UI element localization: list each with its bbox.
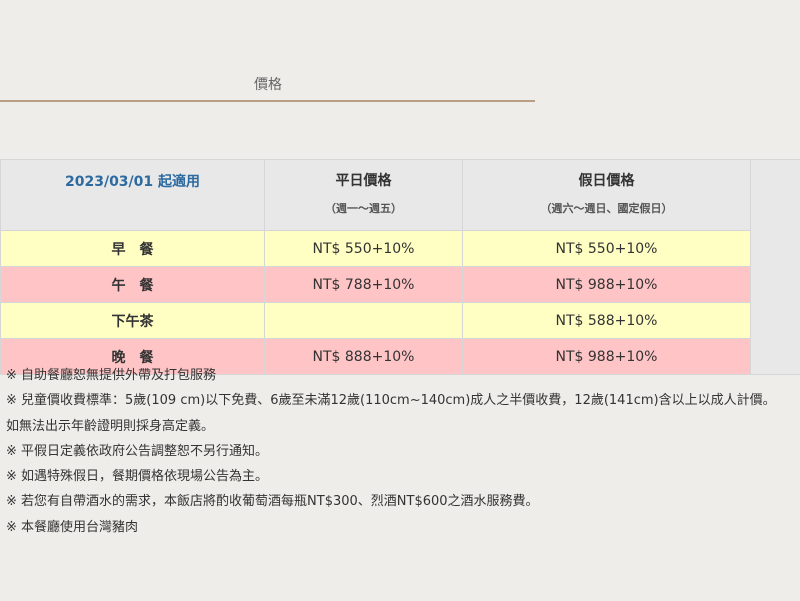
holiday-price: NT$ 988+10% [462,266,751,303]
note-item: ※ 平假日定義依政府公告調整恕不另行通知。 [6,443,269,459]
note-item: ※ 兒童價收費標準：5歲(109 cm)以下免費、6歲至未滿12歲(110cm~… [6,393,776,409]
notes-list: ※ 自助餐廳恕無提供外帶及打包服務 ※ 兒童價收費標準：5歲(109 cm)以下… [0,363,800,540]
weekday-price [264,302,463,339]
weekday-price: NT$ 550+10% [264,230,463,267]
table-spacer-column [750,159,800,375]
holiday-header: 假日價格 （週六～週日、國定假日） [462,159,751,231]
holiday-price: NT$ 588+10% [462,302,751,339]
tab-underline [0,100,535,102]
tab-price[interactable]: 價格 [254,74,282,94]
holiday-price: NT$ 550+10% [462,230,751,267]
table-row: 午 餐 NT$ 788+10% NT$ 988+10% [0,266,800,303]
holiday-title: 假日價格 [578,173,635,189]
meal-name: 下午茶 [0,302,265,339]
meal-name: 早 餐 [0,230,265,267]
note-item: ※ 自助餐廳恕無提供外帶及打包服務 [6,368,217,383]
note-item: ※ 若您有自帶酒水的需求，本飯店將酌收葡萄酒每瓶NT$300、烈酒NT$600之… [6,494,539,510]
effective-date: 2023/03/01 起適用 [0,159,265,231]
holiday-subtitle: （週六～週日、國定假日） [540,202,673,215]
price-table: 2023/03/01 起適用 平日價格 （週一～週五） 假日價格 （週六～週日、… [0,159,800,375]
weekday-subtitle: （週一～週五） [325,202,402,215]
note-item: ※ 如遇特殊假日，餐期價格依現場公告為主。 [6,469,269,485]
weekday-title: 平日價格 [335,173,392,189]
table-row: 下午茶 NT$ 588+10% [0,302,800,339]
weekday-price: NT$ 788+10% [264,266,463,303]
table-row: 早 餐 NT$ 550+10% NT$ 550+10% [0,230,800,267]
note-item: ※ 本餐廳使用台灣豬肉 [6,519,139,535]
meal-name: 午 餐 [0,266,265,303]
note-item: 如無法出示年齡證明則採身高定義。 [6,418,215,434]
weekday-header: 平日價格 （週一～週五） [264,159,463,231]
table-header-row: 2023/03/01 起適用 平日價格 （週一～週五） 假日價格 （週六～週日、… [0,159,800,375]
